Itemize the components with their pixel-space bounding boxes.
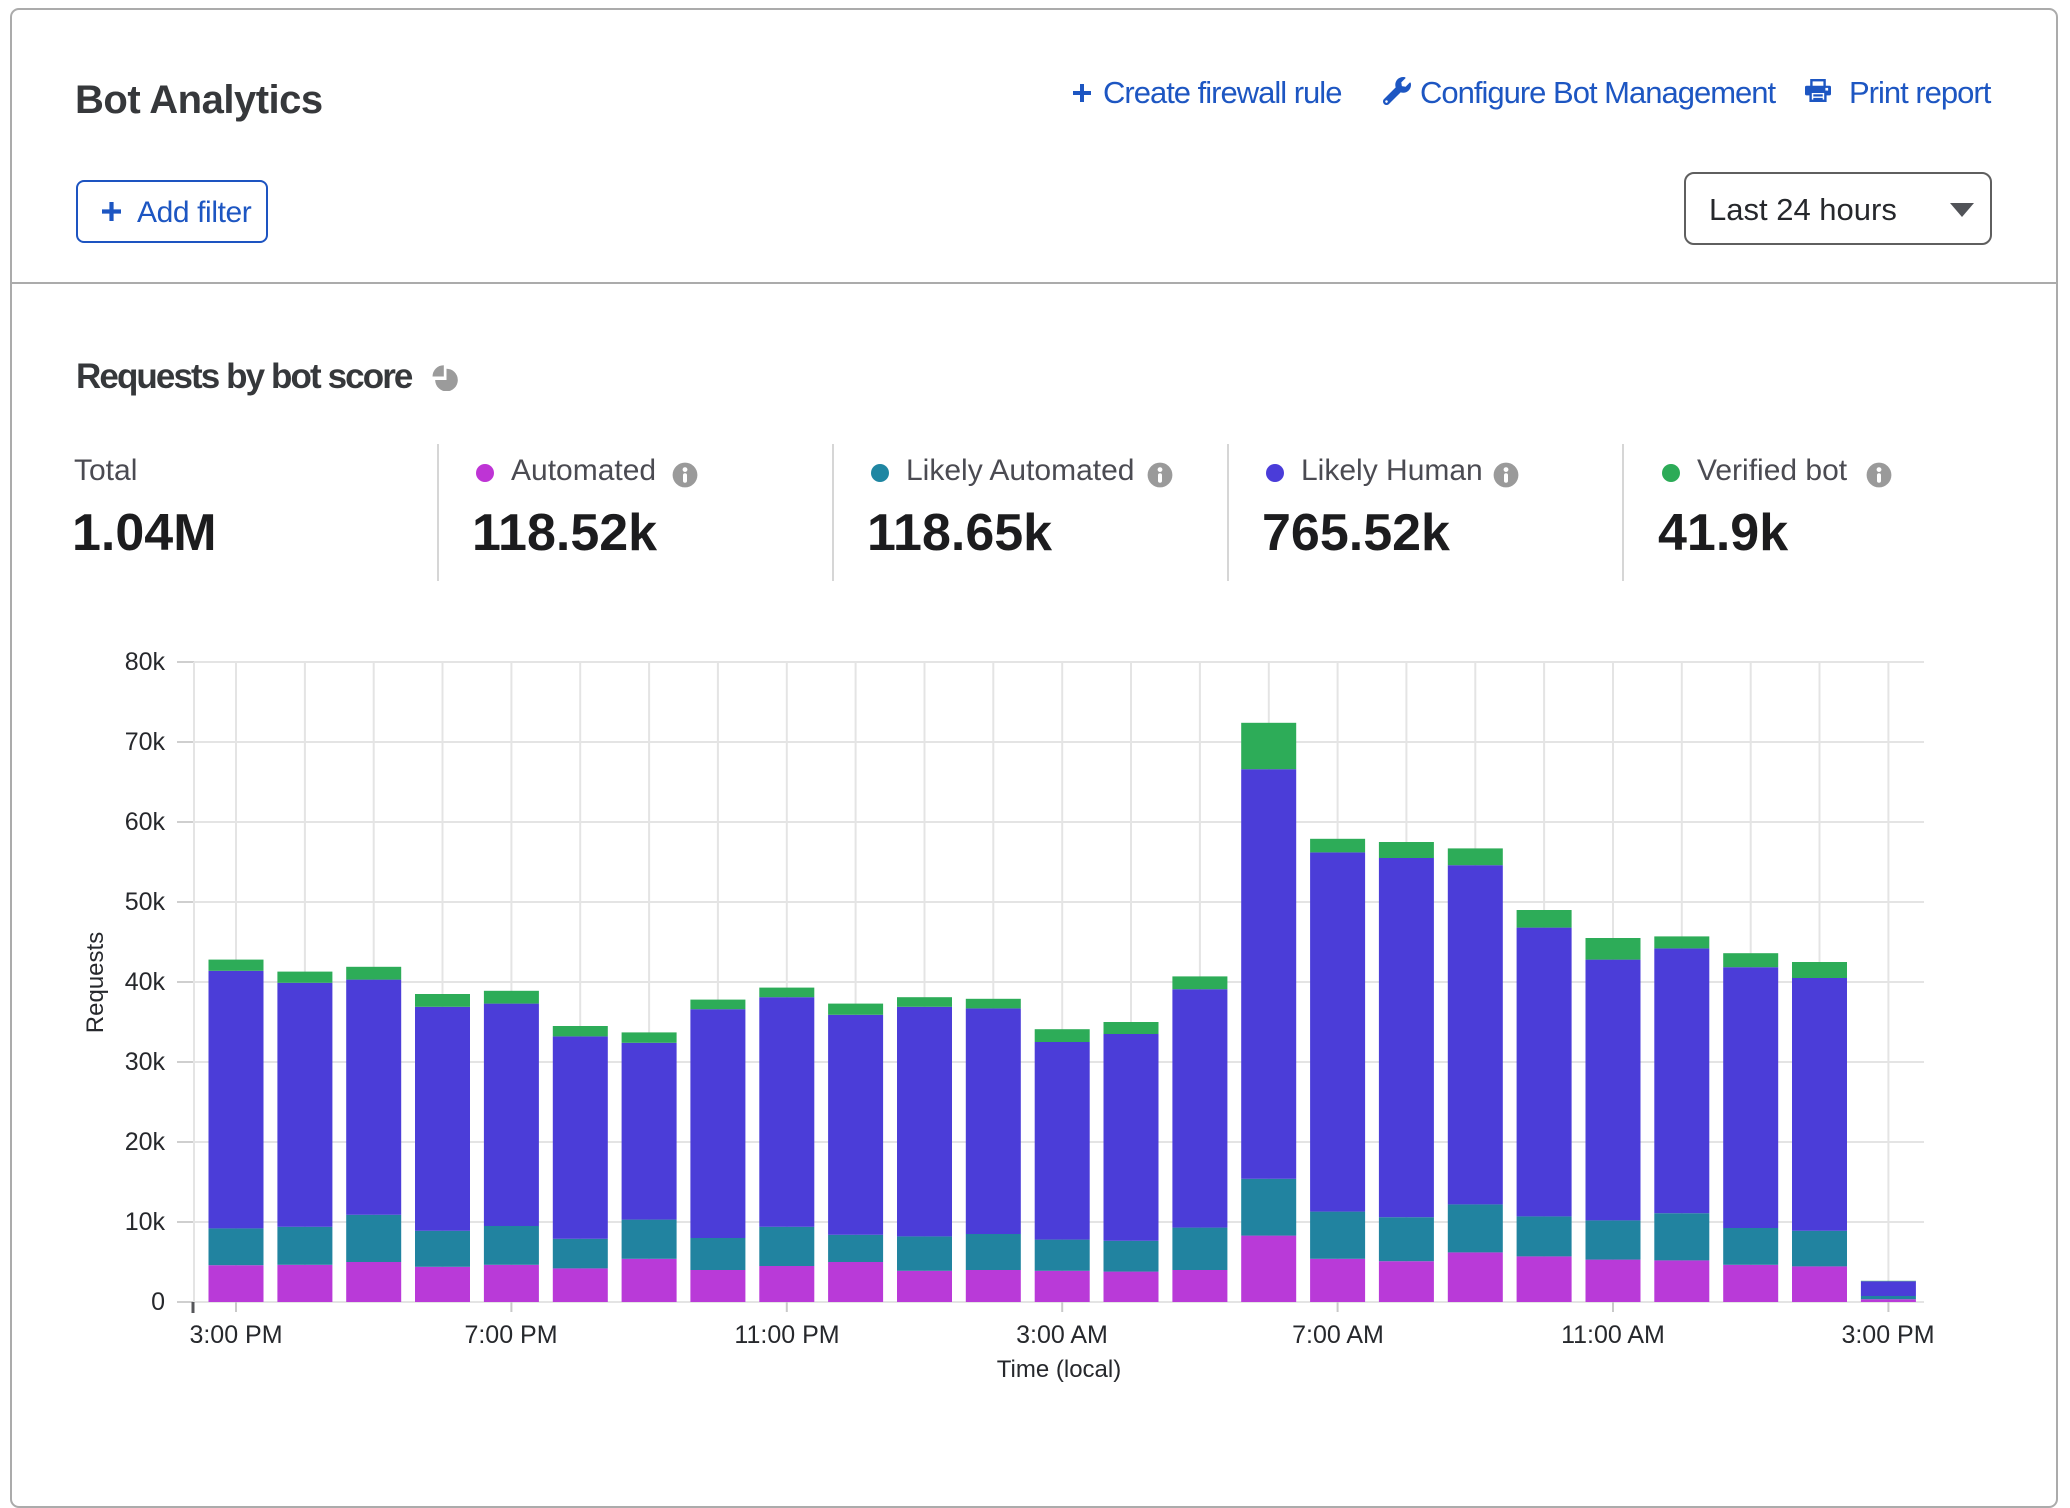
svg-text:3:00 PM: 3:00 PM <box>1841 1321 1934 1349</box>
svg-text:60k: 60k <box>125 808 166 836</box>
svg-text:20k: 20k <box>125 1128 166 1156</box>
svg-text:50k: 50k <box>125 888 166 916</box>
svg-text:30k: 30k <box>125 1048 166 1076</box>
svg-text:11:00 AM: 11:00 AM <box>1561 1321 1665 1349</box>
svg-text:70k: 70k <box>125 728 166 756</box>
svg-text:0: 0 <box>151 1288 165 1316</box>
svg-text:Requests: Requests <box>82 932 109 1033</box>
svg-text:7:00 AM: 7:00 AM <box>1292 1321 1384 1349</box>
svg-text:3:00 AM: 3:00 AM <box>1016 1321 1108 1349</box>
svg-text:3:00 PM: 3:00 PM <box>189 1321 282 1349</box>
svg-text:11:00 PM: 11:00 PM <box>734 1321 839 1349</box>
svg-text:Time (local): Time (local) <box>997 1356 1121 1383</box>
svg-text:7:00 PM: 7:00 PM <box>464 1321 557 1349</box>
svg-text:10k: 10k <box>125 1208 166 1236</box>
svg-text:40k: 40k <box>125 968 166 996</box>
svg-text:80k: 80k <box>125 648 166 676</box>
